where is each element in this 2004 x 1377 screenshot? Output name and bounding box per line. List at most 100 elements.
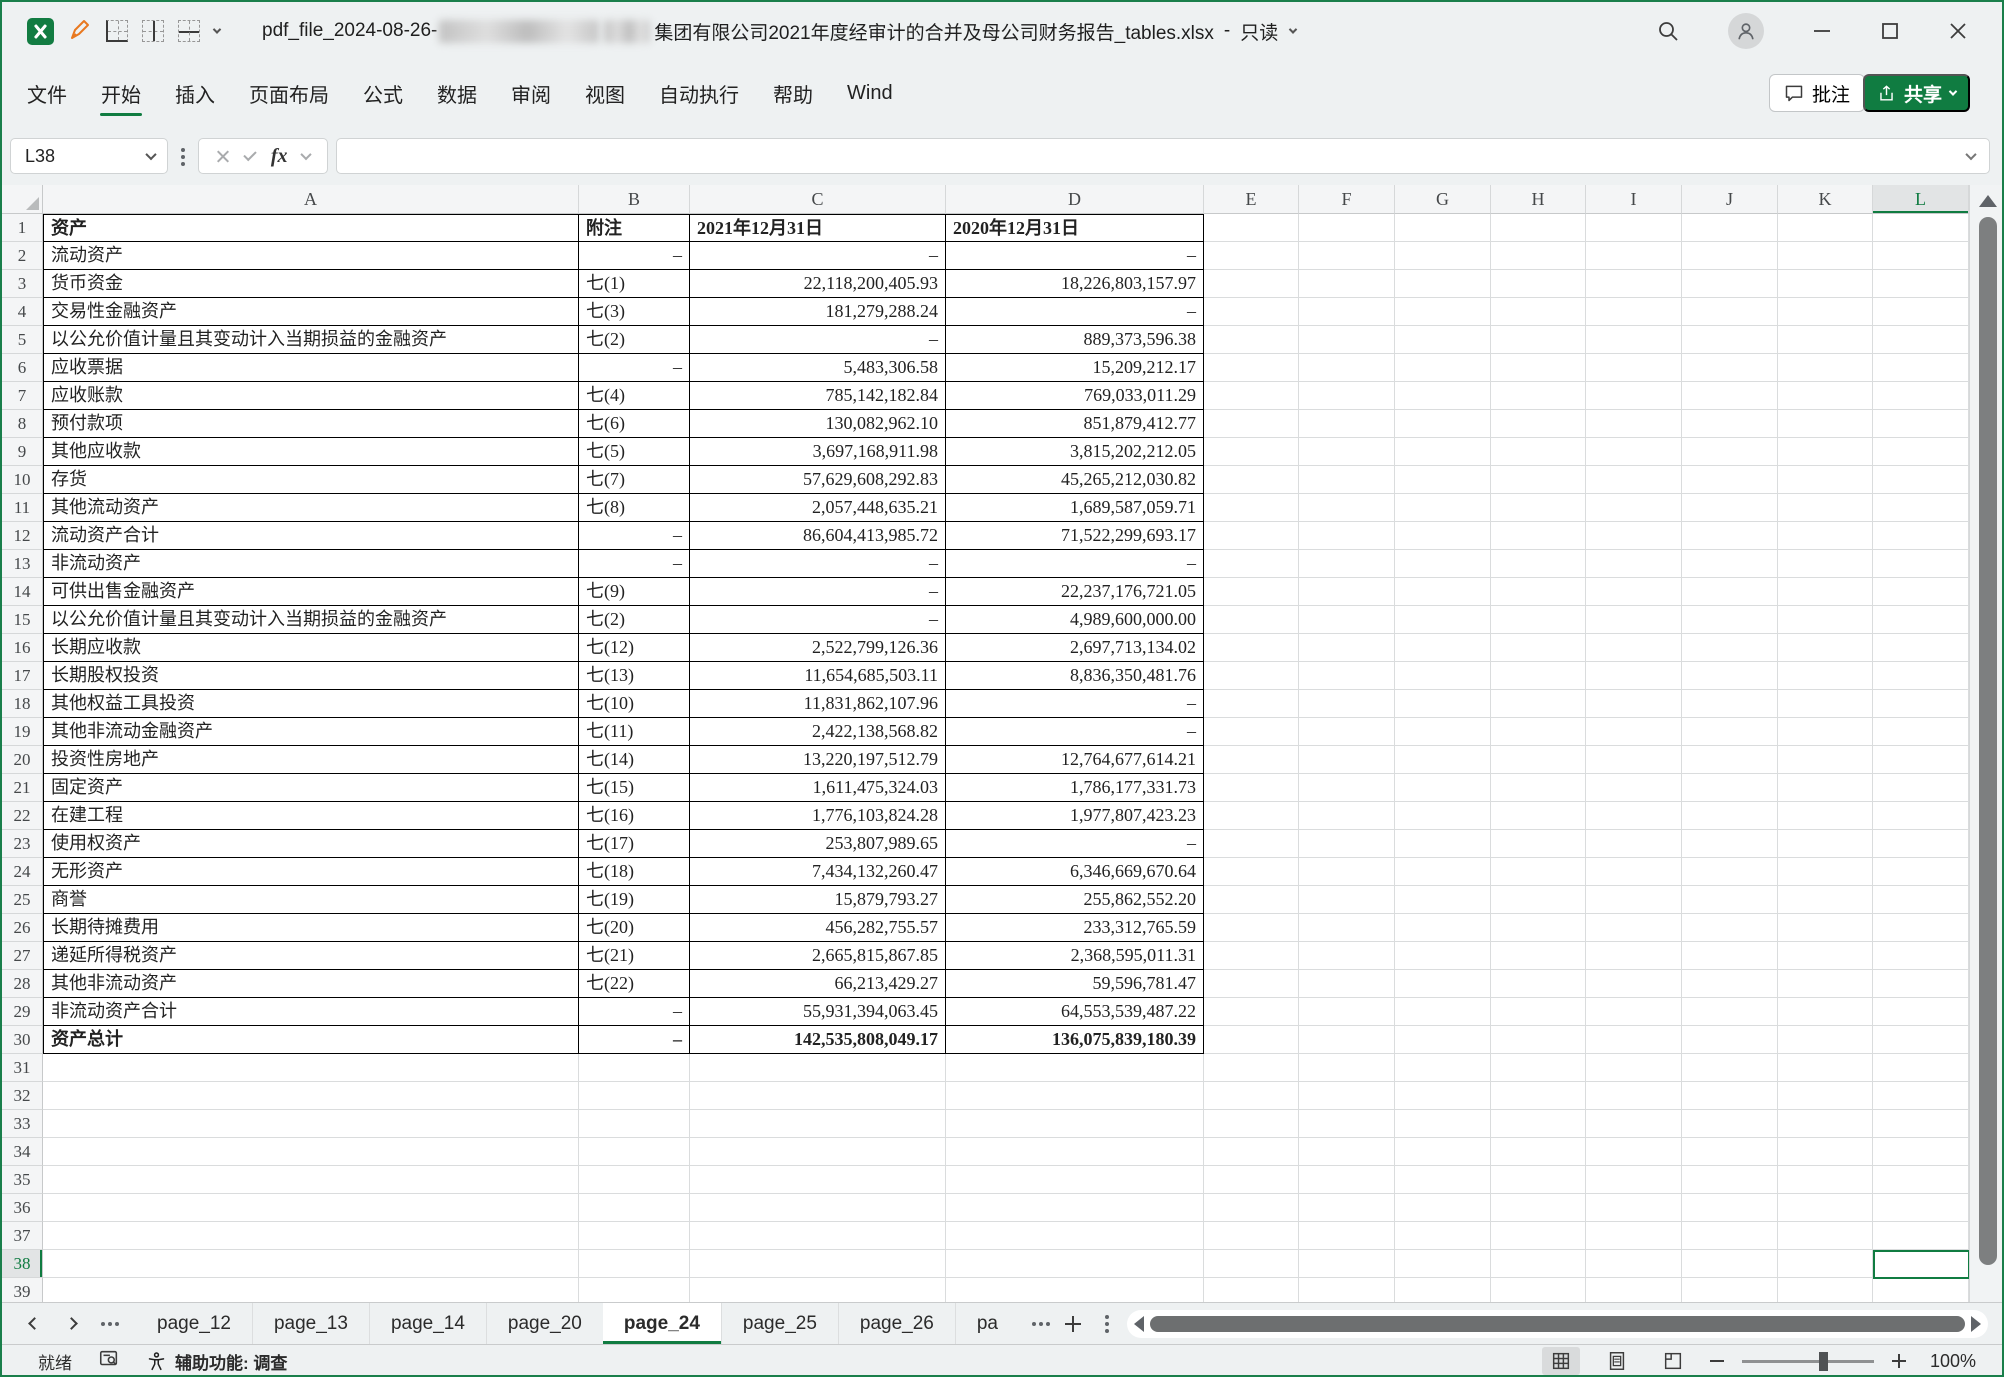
maximize-button[interactable] bbox=[1880, 21, 1900, 41]
cell-B6[interactable]: – bbox=[579, 354, 690, 382]
column-header-F[interactable]: F bbox=[1299, 185, 1395, 214]
cell-B14[interactable]: 七(9) bbox=[579, 578, 690, 606]
cell-D15[interactable]: 4,989,600,000.00 bbox=[946, 606, 1204, 634]
cell-B11[interactable]: 七(8) bbox=[579, 494, 690, 522]
cell-B7[interactable]: 七(4) bbox=[579, 382, 690, 410]
cell-A22[interactable]: 在建工程 bbox=[43, 802, 579, 830]
cell-A11[interactable]: 其他流动资产 bbox=[43, 494, 579, 522]
row-header-29[interactable]: 29 bbox=[2, 998, 43, 1026]
h-scrollbar[interactable] bbox=[1127, 1310, 1988, 1338]
cell-C18[interactable]: 11,831,862,107.96 bbox=[690, 690, 946, 718]
cell-B21[interactable]: 七(15) bbox=[579, 774, 690, 802]
zoom-out-button[interactable] bbox=[1710, 1360, 1724, 1362]
cell-A19[interactable]: 其他非流动金融资产 bbox=[43, 718, 579, 746]
menu-item-view[interactable]: 视图 bbox=[568, 60, 642, 127]
cell-D20[interactable]: 12,764,677,614.21 bbox=[946, 746, 1204, 774]
row-header-27[interactable]: 27 bbox=[2, 942, 43, 970]
menu-item-data[interactable]: 数据 bbox=[420, 60, 494, 127]
cell-C27[interactable]: 2,665,815,867.85 bbox=[690, 942, 946, 970]
h-scrollbar-thumb[interactable] bbox=[1150, 1316, 1965, 1332]
confirm-icon[interactable] bbox=[244, 147, 257, 160]
cell-C28[interactable]: 66,213,429.27 bbox=[690, 970, 946, 998]
view-page-layout-button[interactable] bbox=[1598, 1347, 1636, 1375]
cell-A13[interactable]: 非流动资产 bbox=[43, 550, 579, 578]
cell-A2[interactable]: 流动资产 bbox=[43, 242, 579, 270]
formula-bar-dots-icon[interactable] bbox=[181, 155, 185, 159]
cell-C7[interactable]: 785,142,182.84 bbox=[690, 382, 946, 410]
v-scrollbar-thumb[interactable] bbox=[1979, 217, 1997, 1265]
cell-C24[interactable]: 7,434,132,260.47 bbox=[690, 858, 946, 886]
menu-item-home[interactable]: 开始 bbox=[84, 60, 158, 127]
cell-A7[interactable]: 应收账款 bbox=[43, 382, 579, 410]
row-header-5[interactable]: 5 bbox=[2, 326, 43, 354]
v-scrollbar[interactable] bbox=[1969, 185, 2004, 1302]
cell-B2[interactable]: – bbox=[579, 242, 690, 270]
cell-A8[interactable]: 预付款项 bbox=[43, 410, 579, 438]
add-sheet-button[interactable] bbox=[1065, 1316, 1081, 1332]
row-header-26[interactable]: 26 bbox=[2, 914, 43, 942]
column-header-G[interactable]: G bbox=[1395, 185, 1491, 214]
scroll-up-icon[interactable] bbox=[1979, 195, 1997, 207]
row-header-32[interactable]: 32 bbox=[2, 1082, 43, 1110]
row-header-23[interactable]: 23 bbox=[2, 830, 43, 858]
cell-B22[interactable]: 七(16) bbox=[579, 802, 690, 830]
cell-D3[interactable]: 18,226,803,157.97 bbox=[946, 270, 1204, 298]
cell-B27[interactable]: 七(21) bbox=[579, 942, 690, 970]
cell-D14[interactable]: 22,237,176,721.05 bbox=[946, 578, 1204, 606]
cell-A18[interactable]: 其他权益工具投资 bbox=[43, 690, 579, 718]
cell-C15[interactable]: – bbox=[690, 606, 946, 634]
cell-C1[interactable]: 2021年12月31日 bbox=[690, 214, 946, 242]
cell-A17[interactable]: 长期股权投资 bbox=[43, 662, 579, 690]
column-header-B[interactable]: B bbox=[579, 185, 690, 214]
cell-C9[interactable]: 3,697,168,911.98 bbox=[690, 438, 946, 466]
row-header-21[interactable]: 21 bbox=[2, 774, 43, 802]
borders-icon-2[interactable] bbox=[142, 20, 164, 42]
close-button[interactable] bbox=[1948, 21, 1968, 41]
cell-A24[interactable]: 无形资产 bbox=[43, 858, 579, 886]
menu-item-review[interactable]: 审阅 bbox=[494, 60, 568, 127]
cell-A28[interactable]: 其他非流动资产 bbox=[43, 970, 579, 998]
comments-button[interactable]: 批注 bbox=[1769, 74, 1865, 112]
share-button[interactable]: 共享 bbox=[1863, 74, 1970, 112]
row-header-6[interactable]: 6 bbox=[2, 354, 43, 382]
cell-A25[interactable]: 商誉 bbox=[43, 886, 579, 914]
avatar[interactable] bbox=[1728, 13, 1764, 49]
cell-C6[interactable]: 5,483,306.58 bbox=[690, 354, 946, 382]
cell-B4[interactable]: 七(3) bbox=[579, 298, 690, 326]
cell-A10[interactable]: 存货 bbox=[43, 466, 579, 494]
insert-function-icon[interactable]: fx bbox=[271, 145, 288, 168]
cell-B24[interactable]: 七(18) bbox=[579, 858, 690, 886]
menu-item-automate[interactable]: 自动执行 bbox=[642, 60, 756, 127]
cell-C16[interactable]: 2,522,799,126.36 bbox=[690, 634, 946, 662]
cell-B8[interactable]: 七(6) bbox=[579, 410, 690, 438]
cell-D21[interactable]: 1,786,177,331.73 bbox=[946, 774, 1204, 802]
cell-D28[interactable]: 59,596,781.47 bbox=[946, 970, 1204, 998]
row-header-8[interactable]: 8 bbox=[2, 410, 43, 438]
cell-D10[interactable]: 45,265,212,030.82 bbox=[946, 466, 1204, 494]
row-header-39[interactable]: 39 bbox=[2, 1278, 43, 1302]
row-header-15[interactable]: 15 bbox=[2, 606, 43, 634]
cell-D1[interactable]: 2020年12月31日 bbox=[946, 214, 1204, 242]
formula-input[interactable] bbox=[336, 138, 1990, 174]
cell-D7[interactable]: 769,033,011.29 bbox=[946, 382, 1204, 410]
cell-A6[interactable]: 应收票据 bbox=[43, 354, 579, 382]
cell-D25[interactable]: 255,862,552.20 bbox=[946, 886, 1204, 914]
cell-A23[interactable]: 使用权资产 bbox=[43, 830, 579, 858]
cell-C12[interactable]: 86,604,413,985.72 bbox=[690, 522, 946, 550]
cell-C10[interactable]: 57,629,608,292.83 bbox=[690, 466, 946, 494]
cell-A27[interactable]: 递延所得税资产 bbox=[43, 942, 579, 970]
column-header-L[interactable]: L bbox=[1873, 185, 1969, 214]
accessibility-status[interactable]: 辅助功能: 调查 bbox=[146, 1349, 287, 1374]
row-header-3[interactable]: 3 bbox=[2, 270, 43, 298]
cell-D13[interactable]: – bbox=[946, 550, 1204, 578]
menu-item-insert[interactable]: 插入 bbox=[158, 60, 232, 127]
row-header-33[interactable]: 33 bbox=[2, 1110, 43, 1138]
borders-icon-3[interactable] bbox=[178, 20, 200, 42]
cell-C8[interactable]: 130,082,962.10 bbox=[690, 410, 946, 438]
row-header-28[interactable]: 28 bbox=[2, 970, 43, 998]
menu-item-formulas[interactable]: 公式 bbox=[346, 60, 420, 127]
row-header-30[interactable]: 30 bbox=[2, 1026, 43, 1054]
cell-D22[interactable]: 1,977,807,423.23 bbox=[946, 802, 1204, 830]
cell-B1[interactable]: 附注 bbox=[579, 214, 690, 242]
menu-item-page-layout[interactable]: 页面布局 bbox=[232, 60, 346, 127]
